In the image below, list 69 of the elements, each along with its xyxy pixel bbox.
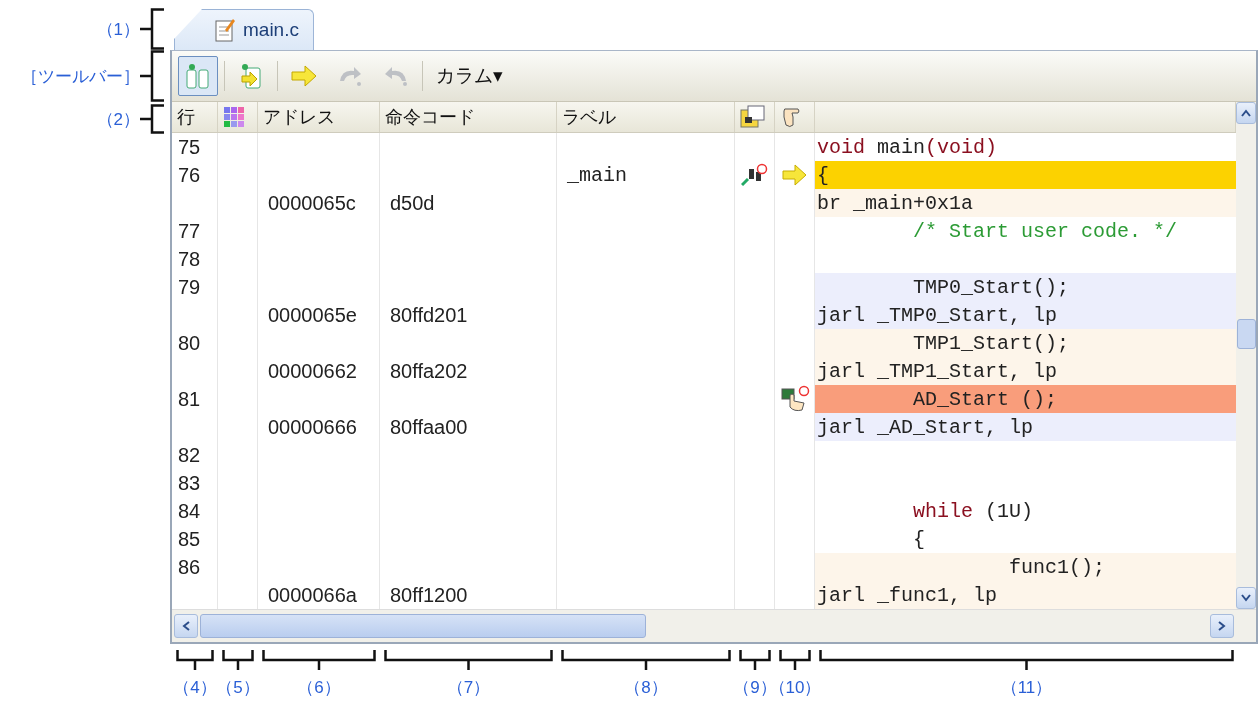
callout-bracket: [140, 50, 166, 102]
address-cell: 0000066a: [268, 583, 357, 607]
opcode-cell: d50d: [390, 191, 435, 215]
callout-bracket: [176, 648, 214, 670]
vertical-scrollbar[interactable]: [1236, 102, 1256, 609]
callout-bracket: [222, 648, 254, 670]
column-header[interactable]: 行: [172, 102, 218, 132]
line-number: 75: [178, 135, 201, 159]
document-arrow-icon: [238, 62, 264, 90]
column-menu-button[interactable]: カラム▾: [429, 56, 510, 96]
caret-right-icon: [1218, 621, 1226, 631]
source-line: while (1U): [912, 498, 1035, 525]
line-number: 77: [178, 219, 201, 243]
line-number: 85: [178, 527, 201, 551]
callout-label: ［ツールバー］: [21, 65, 140, 88]
address-cell: 0000065c: [268, 191, 356, 215]
line-number: 78: [178, 247, 201, 271]
callout-label: （5）: [216, 677, 260, 699]
horizontal-scrollbar[interactable]: [172, 609, 1256, 642]
opcode-cell: 80ff1200: [390, 583, 468, 607]
scroll-down-button[interactable]: [1236, 587, 1256, 609]
column-header[interactable]: ラベル: [557, 102, 735, 132]
source-line: void main(void): [816, 134, 999, 161]
grid-icon: [223, 106, 245, 128]
callout-label: （2）: [96, 108, 140, 131]
callout-bracket: [739, 648, 771, 670]
mixed-view-icon: [185, 62, 211, 90]
line-number: 81: [178, 387, 201, 411]
arrow-right-icon: [290, 63, 318, 89]
callout-label: （6）: [297, 677, 341, 699]
callout-label: （1）: [96, 18, 140, 41]
caret-down-icon: [1241, 594, 1251, 602]
source-line: {: [912, 526, 927, 553]
address-cell: 00000666: [268, 415, 357, 439]
callout-bracket: [779, 648, 811, 670]
callout-bracket: [140, 8, 166, 50]
scroll-thumb[interactable]: [200, 614, 646, 638]
callout-bracket: [140, 104, 166, 134]
callout-label: （8）: [624, 677, 668, 699]
opcode-cell: 80ffa202: [390, 359, 468, 383]
column-header[interactable]: 命令コード: [380, 102, 557, 132]
label-cell: _main: [567, 163, 627, 187]
column-header[interactable]: アドレス: [258, 102, 380, 132]
line-number: 80: [178, 331, 201, 355]
line-number: 79: [178, 275, 201, 299]
line-number: 86: [178, 555, 201, 579]
caret-left-icon: [182, 621, 190, 631]
opcode-cell: 80ffaa00: [390, 415, 468, 439]
line-number: 82: [178, 443, 201, 467]
scroll-thumb[interactable]: [1237, 319, 1256, 349]
line-number: 76: [178, 163, 201, 187]
scroll-right-button[interactable]: [1210, 614, 1234, 638]
address-cell: 00000662: [268, 359, 357, 383]
source-line: /* Start user code. */: [912, 218, 1179, 245]
event-window-icon: [740, 105, 766, 129]
callout-label: （4）: [173, 677, 217, 699]
toolbar-button[interactable]: [178, 56, 218, 96]
caret-up-icon: [1241, 109, 1251, 117]
scroll-left-button[interactable]: [174, 614, 198, 638]
pointing-hand-icon: [780, 105, 802, 129]
line-number: 84: [178, 499, 201, 523]
line-number: 83: [178, 471, 201, 495]
scroll-up-button[interactable]: [1236, 102, 1256, 124]
opcode-cell: 80ffd201: [390, 303, 468, 327]
callout-label: （11）: [1000, 677, 1053, 699]
document-icon: [215, 18, 235, 42]
callout-label: （7）: [446, 677, 491, 699]
address-cell: 0000065e: [268, 303, 357, 327]
file-tab[interactable]: main.c: [174, 9, 314, 50]
